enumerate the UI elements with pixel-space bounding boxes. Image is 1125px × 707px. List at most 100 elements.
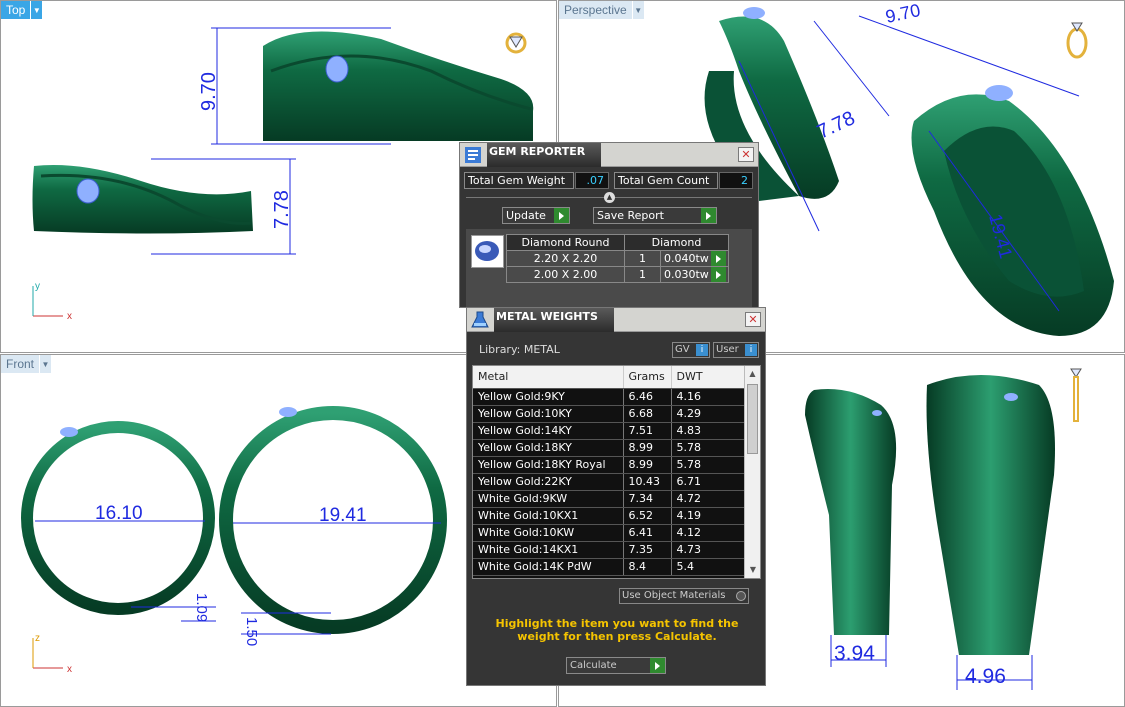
gem-report-icon	[463, 145, 483, 165]
dim-persp-2: 7.78	[814, 107, 859, 143]
info-icon: i	[745, 344, 757, 356]
total-gem-count-label: Total Gem Count	[614, 172, 718, 189]
scroll-up-icon[interactable]: ▲	[745, 366, 760, 382]
gem-row-go-icon[interactable]	[711, 251, 726, 266]
axis-z-label: z	[35, 633, 40, 644]
table-row[interactable]: Yellow Gold:18KY Royal 8.99 5.78	[473, 456, 745, 474]
table-row[interactable]: Yellow Gold:18KY 8.99 5.78	[473, 439, 745, 457]
diamond-round-icon	[471, 235, 504, 268]
table-row[interactable]: Yellow Gold:22KY 10.43 6.71	[473, 473, 745, 491]
dim-front-2: 19.41	[319, 505, 367, 526]
ring-thumbnail-icon	[505, 32, 527, 54]
info-icon: i	[696, 344, 708, 356]
gem-col-shape: Diamond Round	[506, 234, 625, 251]
viewport-tab-front[interactable]: Front ▼	[1, 355, 52, 373]
gem-row[interactable]: 2.20 X 2.20 1 0.040tw	[506, 250, 729, 267]
metal-dwt: 4.83	[671, 422, 745, 440]
metal-dwt: 4.73	[671, 541, 745, 559]
metal-name: Yellow Gold:18KY Royal	[473, 456, 624, 474]
viewport-tab-perspective[interactable]: Perspective ▼	[559, 1, 644, 19]
table-row[interactable]: White Gold:14KX1 7.35 4.73	[473, 541, 745, 559]
metal-table: Metal Grams DWT Yellow Gold:9KY 6.46 4.16 …	[473, 366, 745, 576]
metal-dwt: 6.71	[671, 473, 745, 491]
metal-dwt: 5.78	[671, 456, 745, 474]
metal-name: White Gold:9KW	[473, 490, 624, 508]
metal-name: Yellow Gold:18KY	[473, 439, 624, 457]
calculate-button[interactable]: Calculate	[566, 657, 666, 674]
metal-dwt: 5.78	[671, 439, 745, 457]
metal-name: White Gold:10KW	[473, 524, 624, 542]
dim-right-2: 4.96	[965, 665, 1006, 688]
metal-weights-panel: METAL WEIGHTS ✕ Library: METAL GV i User…	[466, 307, 766, 686]
scrollbar[interactable]: ▲ ▼	[744, 366, 760, 578]
metal-name: Yellow Gold:22KY	[473, 473, 624, 491]
save-report-button-label: Save Report	[597, 209, 664, 222]
metal-weights-title: METAL WEIGHTS	[494, 308, 614, 332]
dim-top-2: 7.78	[271, 190, 293, 229]
viewport-tab-top[interactable]: Top ▼	[1, 1, 43, 19]
table-row[interactable]: White Gold:10KW 6.41 4.12	[473, 524, 745, 542]
dim-persp-1: 9.70	[884, 1, 922, 27]
play-arrow-icon	[701, 208, 716, 223]
metal-name: White Gold:14KX1	[473, 541, 624, 559]
metal-grams: 8.4	[623, 558, 672, 576]
gem-col-type: Diamond	[624, 234, 729, 251]
col-grams[interactable]: Grams	[623, 366, 672, 389]
table-row[interactable]: White Gold:9KW 7.34 4.72	[473, 490, 745, 508]
dim-front-3: 1.09	[193, 593, 210, 622]
gem-row-go-icon[interactable]	[711, 267, 726, 282]
metal-weights-titlebar[interactable]: METAL WEIGHTS ✕	[467, 308, 765, 332]
total-gem-weight-label: Total Gem Weight	[464, 172, 574, 189]
calculate-button-label: Calculate	[570, 660, 617, 671]
user-label: User	[716, 344, 739, 355]
metal-dwt: 4.12	[671, 524, 745, 542]
dim-right-1: 3.94	[834, 642, 875, 665]
gem-qty: 1	[624, 266, 661, 283]
chevron-down-icon[interactable]: ▼	[39, 355, 52, 373]
library-label: Library: METAL	[479, 343, 560, 356]
metal-list[interactable]: Metal Grams DWT Yellow Gold:9KY 6.46 4.16 …	[472, 365, 761, 579]
gv-label: GV	[675, 344, 690, 355]
scroll-thumb[interactable]	[747, 384, 758, 454]
gem-size: 2.00 X 2.00	[506, 266, 625, 283]
metal-grams: 6.46	[623, 388, 672, 406]
metal-grams: 7.34	[623, 490, 672, 508]
metal-dwt: 4.29	[671, 405, 745, 423]
metal-grams: 6.52	[623, 507, 672, 525]
viewport-label: Top	[1, 1, 31, 19]
close-icon[interactable]: ✕	[745, 312, 761, 327]
table-row[interactable]: Yellow Gold:9KY 6.46 4.16	[473, 388, 745, 406]
table-row[interactable]: White Gold:10KX1 6.52 4.19	[473, 507, 745, 525]
gem-reporter-titlebar[interactable]: GEM REPORTER ✕	[460, 143, 758, 167]
table-row[interactable]: Yellow Gold:10KY 6.68 4.29	[473, 405, 745, 423]
collapse-toggle-icon[interactable]: ▲	[604, 192, 615, 203]
update-button-label: Update	[506, 209, 546, 222]
metal-grams: 6.41	[623, 524, 672, 542]
save-report-button[interactable]: Save Report	[593, 207, 717, 224]
chevron-down-icon[interactable]: ▼	[631, 1, 644, 19]
chevron-down-icon[interactable]: ▼	[30, 1, 43, 19]
use-object-materials-toggle[interactable]: Use Object Materials	[619, 588, 749, 604]
table-row[interactable]: White Gold:14K PdW 8.4 5.4	[473, 558, 745, 576]
col-dwt[interactable]: DWT	[671, 366, 745, 389]
close-icon[interactable]: ✕	[738, 147, 754, 162]
gem-icon	[325, 55, 349, 83]
metal-name: Yellow Gold:10KY	[473, 405, 624, 423]
update-button[interactable]: Update	[502, 207, 570, 224]
gem-row[interactable]: 2.00 X 2.00 1 0.030tw	[506, 266, 729, 283]
col-metal[interactable]: Metal	[473, 366, 624, 389]
table-row[interactable]: Yellow Gold:14KY 7.51 4.83	[473, 422, 745, 440]
metal-grams: 8.99	[623, 456, 672, 474]
metal-name: White Gold:14K PdW	[473, 558, 624, 576]
gv-toggle[interactable]: GV i	[672, 342, 710, 358]
gem-table: Diamond Round Diamond 2.20 X 2.20 1 0.04…	[506, 234, 729, 283]
metal-grams: 8.99	[623, 439, 672, 457]
instruction-text: Highlight the item you want to find the …	[495, 617, 739, 643]
user-toggle[interactable]: User i	[713, 342, 759, 358]
radio-icon	[736, 591, 746, 601]
scroll-down-icon[interactable]: ▼	[745, 562, 760, 578]
dim-front-4: 1.50	[243, 617, 260, 646]
play-arrow-icon	[650, 658, 665, 673]
metal-dwt: 4.19	[671, 507, 745, 525]
metal-dwt: 5.4	[671, 558, 745, 576]
